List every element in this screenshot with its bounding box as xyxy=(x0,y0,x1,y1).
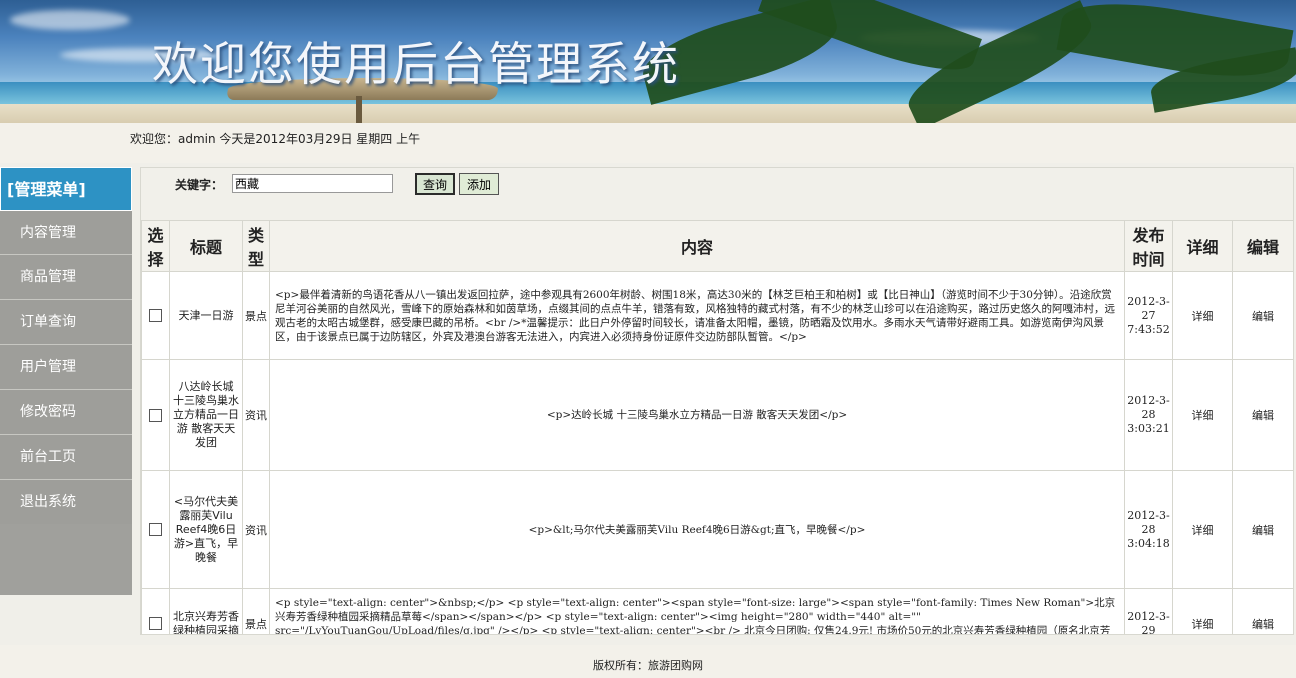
copyright-text: 版权所有：旅游团购网 xyxy=(593,659,703,672)
row-checkbox[interactable] xyxy=(149,408,162,422)
row-title: 八达岭长城 十三陵鸟巢水立方精品一日游 散客天天发团 xyxy=(169,359,243,471)
sidebar-item-order-query[interactable]: 订单查询 xyxy=(0,300,132,345)
sidebar-item-product-management[interactable]: 商品管理 xyxy=(0,255,132,300)
column-header-edit: 编辑 xyxy=(1232,220,1293,272)
column-header-content: 内容 xyxy=(269,220,1125,272)
cloud-decoration xyxy=(10,10,130,30)
row-time: 2012-3-28 3:04:18 xyxy=(1124,470,1173,589)
row-edit-link[interactable]: 编辑 xyxy=(1232,588,1293,634)
umbrella-pole-decoration xyxy=(356,96,362,123)
column-header-time: 发布时间 xyxy=(1124,220,1173,272)
row-title: 北京兴寿芳香绿种植园采摘 xyxy=(169,588,243,634)
row-time: 2012-3-28 3:03:21 xyxy=(1124,359,1173,471)
row-type: 资讯 xyxy=(242,359,270,471)
query-button[interactable]: 查询 xyxy=(415,173,455,195)
sidebar-item-content-management[interactable]: 内容管理 xyxy=(0,211,132,255)
table-row: 天津一日游 景点 <p>最伴着清新的鸟语花香从八一镇出发返回拉萨，途中参观具有2… xyxy=(141,271,1293,360)
sidebar: [管理菜单] 内容管理 商品管理 订单查询 用户管理 修改密码 前台工页 退出系… xyxy=(0,167,132,595)
content-table: 选择 标题 类型 内容 发布时间 详细 编辑 天津一日游 景点 <p>最伴着清新… xyxy=(141,220,1293,634)
sidebar-item-user-management[interactable]: 用户管理 xyxy=(0,345,132,390)
row-time: 2012-3-27 7:43:52 xyxy=(1124,271,1173,360)
row-title: 天津一日游 xyxy=(169,271,243,360)
search-input[interactable] xyxy=(232,174,393,193)
row-edit-link[interactable]: 编辑 xyxy=(1232,271,1293,360)
row-time: 2012-3-29 xyxy=(1124,588,1173,634)
column-header-detail: 详细 xyxy=(1172,220,1233,272)
welcome-bar: 欢迎您：admin 今天是2012年03月29日 星期四 上午 xyxy=(0,123,1296,163)
header-banner: 欢迎您使用后台管理系统 xyxy=(0,0,1296,123)
sidebar-item-frontend-home[interactable]: 前台工页 xyxy=(0,435,132,480)
row-checkbox[interactable] xyxy=(149,309,162,323)
row-content: <p>达岭长城 十三陵鸟巢水立方精品一日游 散客天天发团</p> xyxy=(269,359,1125,471)
add-button[interactable]: 添加 xyxy=(459,173,499,195)
row-type: 景点 xyxy=(242,588,270,634)
footer: 版权所有：旅游团购网 xyxy=(0,645,1296,678)
row-checkbox[interactable] xyxy=(149,617,162,631)
row-edit-link[interactable]: 编辑 xyxy=(1232,470,1293,589)
row-checkbox[interactable] xyxy=(149,523,162,537)
sidebar-item-logout[interactable]: 退出系统 xyxy=(0,480,132,524)
table-header-row: 选择 标题 类型 内容 发布时间 详细 编辑 xyxy=(141,220,1293,272)
column-header-title: 标题 xyxy=(169,220,243,272)
row-detail-link[interactable]: 详细 xyxy=(1172,470,1233,589)
row-detail-link[interactable]: 详细 xyxy=(1172,359,1233,471)
welcome-text: 欢迎您：admin 今天是2012年03月29日 星期四 上午 xyxy=(130,132,421,146)
row-select-cell xyxy=(141,588,170,634)
row-type: 景点 xyxy=(242,271,270,360)
row-edit-link[interactable]: 编辑 xyxy=(1232,359,1293,471)
banner-title: 欢迎您使用后台管理系统 xyxy=(152,37,680,91)
main-panel: 关键字： 查询 添加 选择 标题 类型 内容 发布时间 详细 编辑 xyxy=(140,167,1294,635)
row-select-cell xyxy=(141,470,170,589)
column-header-select: 选择 xyxy=(141,220,170,272)
row-title: <马尔代夫美露丽芙Vilu Reef4晚6日游>直飞，早晚餐 xyxy=(169,470,243,589)
row-content: <p>&lt;马尔代夫美露丽芙Vilu Reef4晚6日游&gt;直飞，早晚餐<… xyxy=(269,470,1125,589)
row-detail-link[interactable]: 详细 xyxy=(1172,271,1233,360)
row-type: 资讯 xyxy=(242,470,270,589)
table-row: <马尔代夫美露丽芙Vilu Reef4晚6日游>直飞，早晚餐 资讯 <p>&lt… xyxy=(141,470,1293,589)
sand-decoration xyxy=(0,104,1296,123)
row-select-cell xyxy=(141,271,170,360)
table-row: 八达岭长城 十三陵鸟巢水立方精品一日游 散客天天发团 资讯 <p>达岭长城 十三… xyxy=(141,359,1293,471)
row-content: <p style="text-align: center">&nbsp;</p>… xyxy=(269,588,1125,634)
row-content: <p>最伴着清新的鸟语花香从八一镇出发返回拉萨，途中参观具有2600年树龄、树围… xyxy=(269,271,1125,360)
sidebar-item-change-password[interactable]: 修改密码 xyxy=(0,390,132,435)
row-select-cell xyxy=(141,359,170,471)
row-detail-link[interactable]: 详细 xyxy=(1172,588,1233,634)
search-label: 关键字： xyxy=(175,178,224,192)
table-row: 北京兴寿芳香绿种植园采摘 景点 <p style="text-align: ce… xyxy=(141,588,1293,634)
column-header-type: 类型 xyxy=(242,220,270,272)
search-bar: 关键字： 查询 添加 xyxy=(141,168,1293,220)
sidebar-title: [管理菜单] xyxy=(0,167,132,211)
